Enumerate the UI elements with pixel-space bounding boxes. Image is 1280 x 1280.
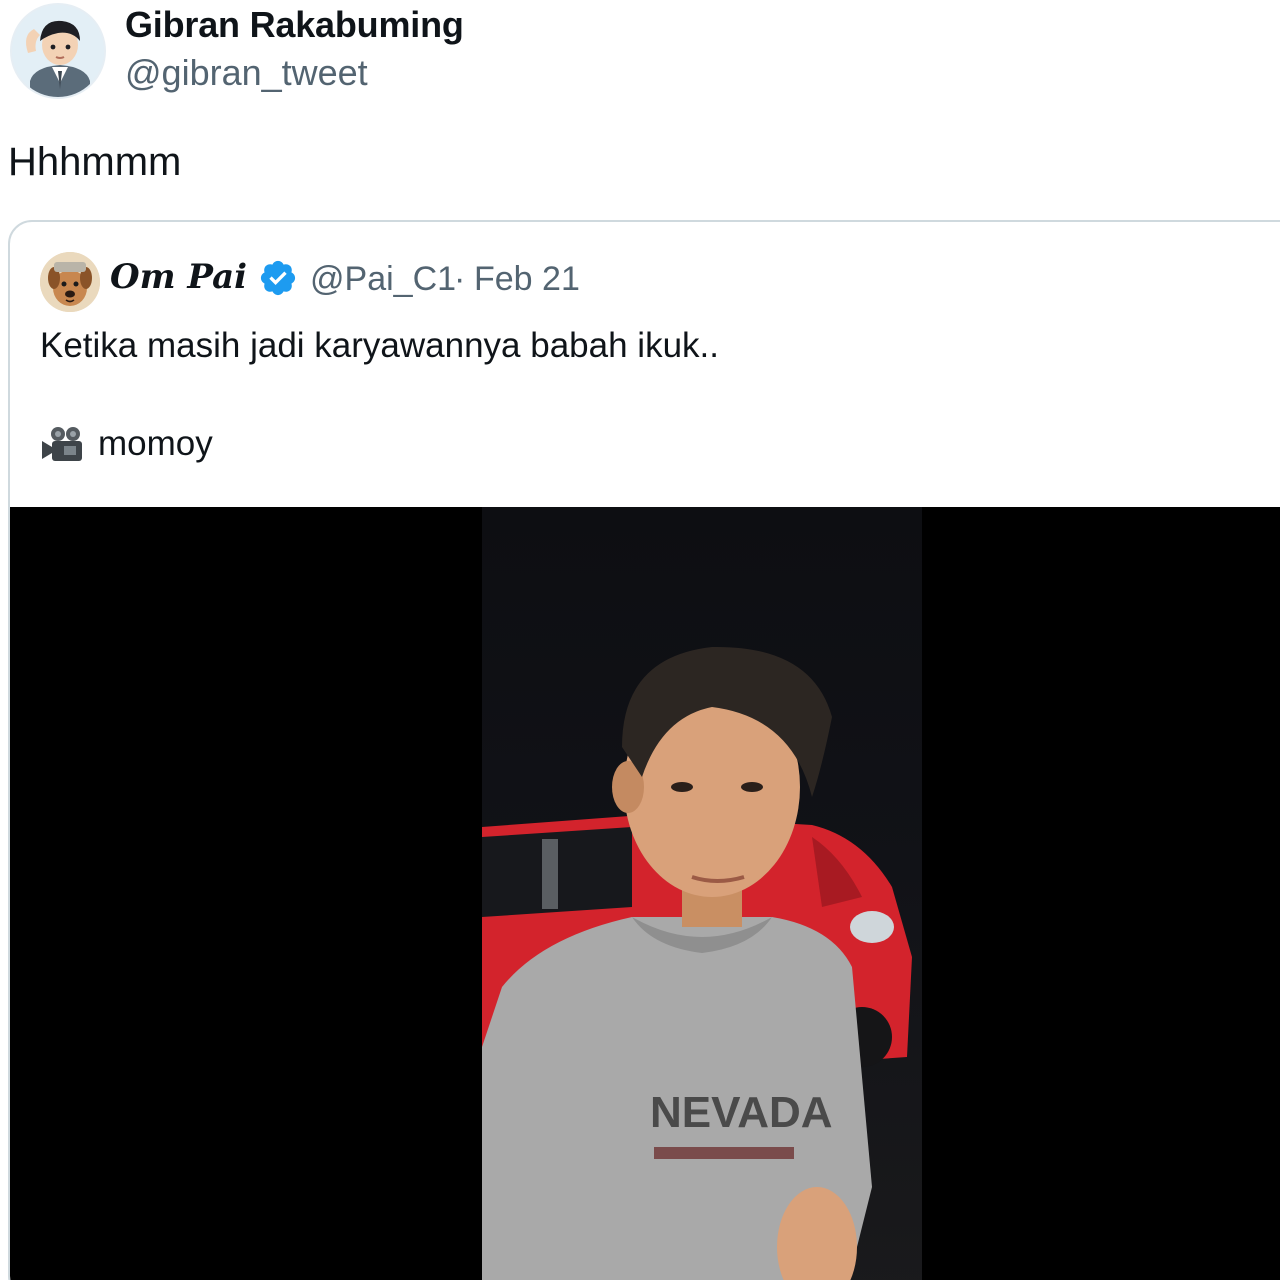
cartoon-avatar-icon (12, 5, 104, 97)
author-avatar[interactable] (10, 3, 106, 99)
quoted-tweet-card[interactable]: Om Pai @Pai_C1 · Feb 21 Ketika masih jad… (8, 220, 1280, 1280)
quoted-author-name[interactable]: Om Pai (110, 257, 247, 297)
author-name[interactable]: Gibran Rakabuming (125, 4, 464, 46)
video-credit: momoy (98, 424, 213, 463)
dog-avatar-icon (40, 252, 100, 312)
person-image: NEVADA (482, 646, 872, 1280)
tweet-text: Hhhmmm (8, 140, 182, 184)
tweet-header: Gibran Rakabuming @gibran_tweet (0, 0, 1280, 110)
svg-text:NEVADA: NEVADA (650, 1088, 833, 1137)
quoted-author-handle[interactable]: @Pai_C1 (310, 260, 456, 299)
video-frame[interactable]: NEVADA (482, 507, 922, 1280)
movie-camera-icon (42, 427, 82, 461)
quoted-tweet-text: Ketika masih jadi karyawannya babah ikuk… (40, 326, 719, 365)
verified-badge-icon (260, 260, 296, 296)
author-handle[interactable]: @gibran_tweet (125, 52, 368, 94)
separator-dot: · (454, 260, 466, 298)
quoted-author-avatar[interactable] (40, 252, 100, 312)
video-player[interactable]: NEVADA (10, 507, 1280, 1280)
quoted-tweet-date[interactable]: Feb 21 (474, 260, 580, 299)
